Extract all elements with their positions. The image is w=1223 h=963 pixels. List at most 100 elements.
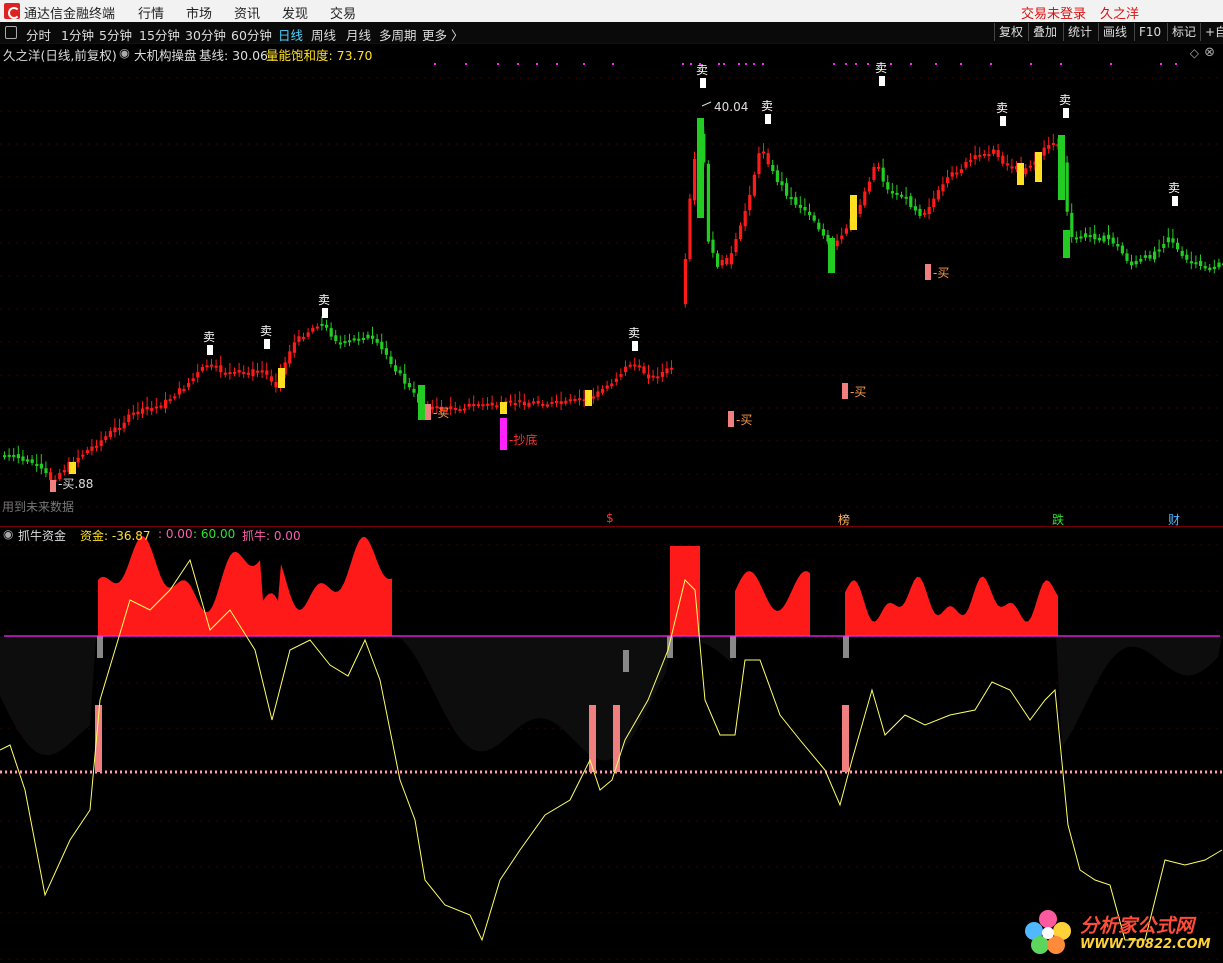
candle bbox=[927, 206, 931, 215]
signal-candle bbox=[1035, 152, 1042, 182]
candle bbox=[656, 376, 660, 379]
candle bbox=[49, 472, 53, 481]
sell-flag bbox=[207, 345, 213, 355]
candle bbox=[720, 259, 724, 266]
sub-indicator-name[interactable]: 抓牛资金 bbox=[18, 527, 66, 544]
candle bbox=[21, 456, 25, 461]
candle bbox=[775, 170, 779, 183]
candle bbox=[881, 167, 885, 182]
candle bbox=[449, 406, 453, 410]
candle bbox=[766, 153, 770, 165]
sell-flag bbox=[700, 78, 706, 88]
candle bbox=[573, 398, 577, 401]
candle bbox=[601, 388, 605, 393]
candle bbox=[99, 440, 103, 447]
candle bbox=[522, 401, 526, 406]
candle bbox=[614, 378, 618, 382]
candle bbox=[361, 337, 365, 340]
candle bbox=[867, 181, 871, 192]
signal-dot bbox=[497, 63, 499, 65]
candle bbox=[628, 364, 632, 367]
signal-dot bbox=[990, 63, 992, 65]
gray-marker bbox=[843, 636, 849, 658]
candle bbox=[242, 372, 246, 375]
sell-flag bbox=[264, 339, 270, 349]
buy-label: -买 bbox=[850, 385, 866, 399]
candle bbox=[490, 402, 494, 406]
candle bbox=[550, 401, 554, 404]
candle bbox=[1171, 238, 1175, 243]
buy-flag bbox=[842, 383, 848, 399]
candle bbox=[591, 396, 595, 399]
candle bbox=[233, 371, 237, 374]
signal-dot bbox=[1030, 63, 1032, 65]
candle bbox=[711, 239, 715, 253]
candle bbox=[509, 400, 513, 403]
candle bbox=[95, 445, 99, 448]
candle bbox=[1065, 162, 1069, 212]
candle bbox=[1097, 237, 1101, 241]
signal-dot bbox=[465, 63, 467, 65]
candle bbox=[559, 401, 563, 405]
signal-candle bbox=[1017, 163, 1024, 185]
candle bbox=[890, 191, 894, 194]
candle bbox=[863, 191, 867, 206]
candle bbox=[647, 374, 651, 379]
candle bbox=[1153, 251, 1157, 260]
candle bbox=[196, 372, 200, 378]
stock-label[interactable]: 久之洋(日线,前复权) bbox=[3, 45, 117, 64]
candle bbox=[131, 412, 135, 415]
candle bbox=[1166, 237, 1170, 243]
buy-flag bbox=[425, 404, 431, 420]
signal-dot bbox=[762, 63, 764, 65]
candle bbox=[1120, 245, 1124, 254]
sub-indicator-menu-icon[interactable]: ◉ bbox=[3, 527, 13, 541]
sell-label: 卖 bbox=[203, 330, 215, 344]
indicator-name[interactable]: 大机构操盘 bbox=[134, 45, 197, 64]
chart-canvas[interactable]: 卖卖卖卖卖卖卖卖卖卖-买 -买-买-买-抄底-买.8840.04 bbox=[0, 0, 1223, 963]
watermark-url: WWW.70822.COM bbox=[1080, 937, 1211, 952]
signal-dot bbox=[682, 63, 684, 65]
candle bbox=[716, 253, 720, 267]
candle bbox=[596, 391, 600, 397]
event-mark-dollar[interactable]: $ bbox=[606, 511, 614, 525]
settings-icon[interactable]: ◇ bbox=[1190, 46, 1199, 60]
close-icon[interactable]: ⊗ bbox=[1204, 45, 1215, 60]
indicator-menu-icon[interactable]: ◉ bbox=[119, 45, 130, 60]
candle bbox=[237, 370, 241, 373]
candle bbox=[16, 454, 20, 459]
candle bbox=[187, 382, 191, 388]
signal-dot bbox=[1060, 63, 1062, 65]
signal-candle bbox=[585, 390, 592, 406]
candle bbox=[30, 459, 34, 463]
candle bbox=[1028, 165, 1032, 168]
signal-candle bbox=[418, 385, 425, 420]
candle bbox=[472, 404, 476, 407]
signal-dot bbox=[699, 63, 701, 65]
candle bbox=[113, 427, 117, 433]
candle bbox=[269, 376, 273, 382]
sell-flag bbox=[1000, 116, 1006, 126]
candle bbox=[104, 436, 108, 441]
candle bbox=[1217, 262, 1221, 268]
candle bbox=[932, 198, 936, 208]
candle bbox=[605, 385, 609, 389]
candle bbox=[205, 365, 209, 368]
candle bbox=[481, 404, 485, 407]
candle bbox=[150, 408, 154, 411]
signal-dot bbox=[718, 63, 720, 65]
candle bbox=[987, 154, 991, 157]
zero-value: : 0.00 bbox=[158, 527, 193, 541]
candle bbox=[812, 215, 816, 221]
candle bbox=[357, 338, 361, 341]
candle bbox=[872, 166, 876, 180]
buy-flag bbox=[50, 480, 56, 492]
candle bbox=[398, 370, 402, 374]
candle bbox=[1180, 250, 1184, 256]
candle bbox=[532, 401, 536, 404]
candle bbox=[366, 334, 370, 339]
candle bbox=[348, 340, 352, 343]
candle bbox=[637, 365, 641, 368]
candle bbox=[1143, 255, 1147, 258]
candle bbox=[918, 208, 922, 216]
